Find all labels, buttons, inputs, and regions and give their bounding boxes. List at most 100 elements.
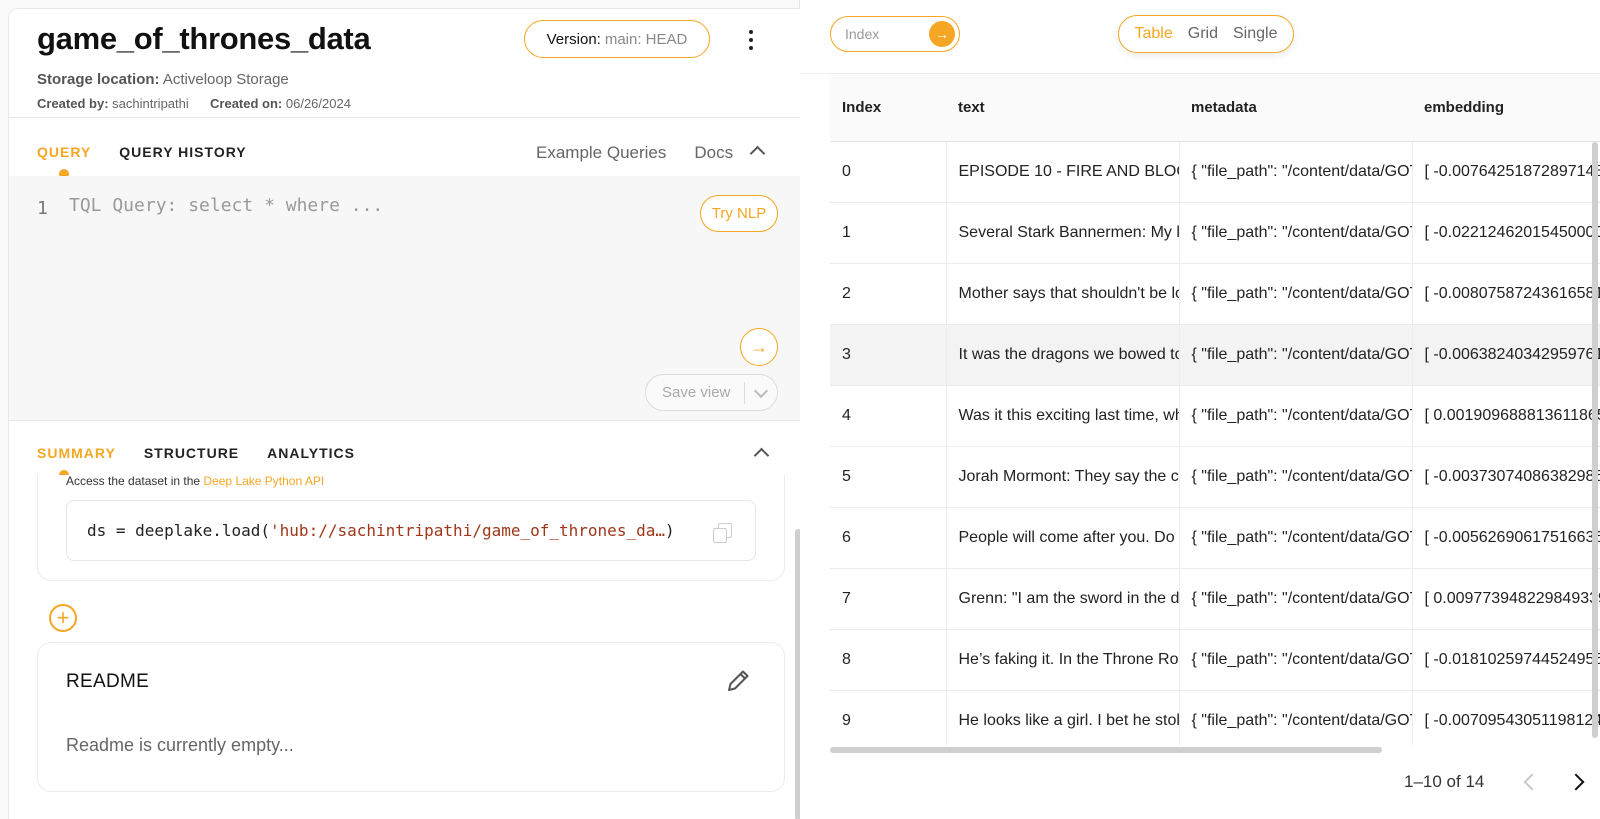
cell-text[interactable]: Was it this exciting last time, when xyxy=(946,385,1180,447)
cell-embedding[interactable]: [ -0.007095430511981249 xyxy=(1412,690,1600,745)
cell-metadata[interactable]: { "file_path": "/content/data/GOT xyxy=(1179,629,1413,691)
table-row[interactable]: 1 Several Stark Bannermen: My lord{ "file… xyxy=(830,202,1600,264)
version-button[interactable]: Version: main: HEAD xyxy=(524,20,710,58)
dataset-panel: game_of_thrones_data Storage location: A… xyxy=(0,0,801,819)
cell-index[interactable]: 0 xyxy=(830,141,947,203)
data-table: Index text metadata embedding 0 EPISODE 1… xyxy=(830,75,1600,745)
storage-location: Storage location: Activeloop Storage xyxy=(37,71,289,88)
cell-text[interactable]: Grenn: "I am the sword in the darkness xyxy=(946,568,1180,630)
kebab-menu-icon[interactable] xyxy=(743,27,759,53)
cell-index[interactable]: 6 xyxy=(830,507,947,569)
cell-embedding[interactable]: [ 0.0019096888136118650 xyxy=(1412,385,1600,447)
cell-metadata[interactable]: { "file_path": "/content/data/GOT xyxy=(1179,263,1413,325)
table-row[interactable]: 2 Mother says that shouldn't be long{ "fi… xyxy=(830,263,1600,325)
chevron-up-icon[interactable] xyxy=(750,144,764,158)
save-view-dropdown[interactable] xyxy=(745,383,777,398)
save-view-button[interactable]: Save view xyxy=(645,374,778,411)
arrow-right-icon[interactable]: → xyxy=(929,21,955,47)
cell-text[interactable]: It was the dragons we bowed to xyxy=(946,324,1180,386)
data-table-wrap: Index text metadata embedding 0 EPISODE 1… xyxy=(830,75,1600,745)
created-on-label: Created on: xyxy=(210,96,283,111)
storage-value: Activeloop Storage xyxy=(162,71,289,88)
cell-index[interactable]: 5 xyxy=(830,446,947,508)
index-input[interactable] xyxy=(845,26,923,42)
cell-embedding[interactable]: [ -0.006382403429597616 xyxy=(1412,324,1600,386)
cell-embedding[interactable]: [ -0.022124620154500008 xyxy=(1412,202,1600,264)
cell-metadata[interactable]: { "file_path": "/content/data/GOT xyxy=(1179,446,1413,508)
cell-text[interactable]: He’s faking it. In the Throne Room xyxy=(946,629,1180,691)
cell-index[interactable]: 4 xyxy=(830,385,947,447)
cell-embedding[interactable]: [ -0.005626906175166368 xyxy=(1412,507,1600,569)
cell-metadata[interactable]: { "file_path": "/content/data/GOT xyxy=(1179,141,1413,203)
cell-text[interactable]: EPISODE 10 - FIRE AND BLOOD xyxy=(946,141,1180,203)
cell-index[interactable]: 3 xyxy=(830,324,947,386)
example-queries-link[interactable]: Example Queries xyxy=(536,143,666,163)
column-header-metadata[interactable]: metadata xyxy=(1179,75,1412,142)
cell-metadata[interactable]: { "file_path": "/content/data/GOT xyxy=(1179,507,1413,569)
table-row[interactable]: 9 He looks like a girl. I bet he stole{ "… xyxy=(830,690,1600,745)
table-row[interactable]: 4 Was it this exciting last time, when{ "… xyxy=(830,385,1600,447)
horizontal-scrollbar[interactable] xyxy=(830,747,1382,753)
cell-text[interactable]: People will come after you. Do you xyxy=(946,507,1180,569)
tab-structure[interactable]: STRUCTURE xyxy=(144,445,239,465)
cell-text[interactable]: Jorah Mormont: They say the city xyxy=(946,446,1180,508)
tab-query[interactable]: QUERY xyxy=(37,144,91,179)
cell-metadata[interactable]: { "file_path": "/content/data/GOT xyxy=(1179,202,1413,264)
cell-metadata[interactable]: { "file_path": "/content/data/GOT xyxy=(1179,568,1413,630)
table-row[interactable]: 0 EPISODE 10 - FIRE AND BLOOD{ "file_path… xyxy=(830,141,1600,203)
run-query-button[interactable]: → xyxy=(740,328,778,366)
cell-metadata[interactable]: { "file_path": "/content/data/GOT xyxy=(1179,385,1413,447)
cell-embedding[interactable]: [ -0.008075872436165810 xyxy=(1412,263,1600,325)
chevron-left-icon[interactable] xyxy=(1522,774,1536,788)
table-row[interactable]: 8 He’s faking it. In the Throne Room{ "fi… xyxy=(830,629,1600,691)
cell-index[interactable]: 7 xyxy=(830,568,947,630)
table-row[interactable]: 7Grenn: "I am the sword in the darkness{… xyxy=(830,568,1600,630)
viewer-toolbar: → Table Grid Single xyxy=(800,0,1600,74)
column-header-text[interactable]: text xyxy=(946,75,1179,142)
table-row[interactable]: 6People will come after you. Do you{ "fi… xyxy=(830,507,1600,569)
pagination-range: 1–10 of 14 xyxy=(1404,772,1485,791)
tab-analytics[interactable]: ANALYTICS xyxy=(267,445,355,465)
cell-index[interactable]: 1 xyxy=(830,202,947,264)
cell-index[interactable]: 8 xyxy=(830,629,947,691)
table-row[interactable]: 5 Jorah Mormont: They say the city{ "file… xyxy=(830,446,1600,508)
version-value: main: HEAD xyxy=(604,30,688,48)
cell-embedding[interactable]: [ -0.018102597445249557 xyxy=(1412,629,1600,691)
try-nlp-button[interactable]: Try NLP xyxy=(700,195,778,232)
python-api-link[interactable]: Deep Lake Python API xyxy=(203,475,324,488)
cell-embedding[interactable]: [ 0.009773948229849339 xyxy=(1412,568,1600,630)
view-table[interactable]: Table xyxy=(1135,25,1173,43)
view-single[interactable]: Single xyxy=(1233,25,1277,43)
cell-index[interactable]: 9 xyxy=(830,690,947,745)
header-divider xyxy=(9,117,801,118)
view-toggle: Table Grid Single xyxy=(1118,15,1294,53)
cell-text[interactable]: He looks like a girl. I bet he stole xyxy=(946,690,1180,745)
dataset-meta: Created by: sachintripathi Created on: 0… xyxy=(37,96,351,111)
chevron-down-icon xyxy=(753,383,769,398)
pencil-icon[interactable] xyxy=(724,667,752,695)
cell-embedding[interactable]: [ -0.007642518728971481 xyxy=(1412,141,1600,203)
dataset-panel-inner: game_of_thrones_data Storage location: A… xyxy=(8,8,801,819)
cell-text[interactable]: Several Stark Bannermen: My lord xyxy=(946,202,1180,264)
column-header-index[interactable]: Index xyxy=(830,75,946,142)
vertical-scrollbar[interactable] xyxy=(1592,142,1598,738)
cell-text[interactable]: Mother says that shouldn't be long xyxy=(946,263,1180,325)
plus-circle-icon[interactable]: + xyxy=(49,604,77,632)
chevron-up-icon[interactable] xyxy=(754,446,768,460)
code-prefix: ds = deeplake.load( xyxy=(87,521,271,540)
save-view-label: Save view xyxy=(662,384,731,401)
cell-metadata[interactable]: { "file_path": "/content/data/GOT xyxy=(1179,690,1413,745)
docs-link[interactable]: Docs xyxy=(694,143,733,163)
column-header-embedding[interactable]: embedding xyxy=(1412,75,1600,142)
copy-icon[interactable] xyxy=(713,523,732,543)
view-grid[interactable]: Grid xyxy=(1188,25,1218,43)
index-search[interactable]: → xyxy=(830,16,960,52)
cell-embedding[interactable]: [ -0.003730740863829851 xyxy=(1412,446,1600,508)
tab-query-history[interactable]: QUERY HISTORY xyxy=(119,144,246,164)
table-row[interactable]: 3 It was the dragons we bowed to{ "file_p… xyxy=(830,324,1600,386)
tql-query-input[interactable] xyxy=(69,195,669,216)
tab-summary[interactable]: SUMMARY xyxy=(37,445,116,480)
chevron-right-icon[interactable] xyxy=(1570,774,1584,788)
cell-metadata[interactable]: { "file_path": "/content/data/GOT xyxy=(1179,324,1413,386)
cell-index[interactable]: 2 xyxy=(830,263,947,325)
